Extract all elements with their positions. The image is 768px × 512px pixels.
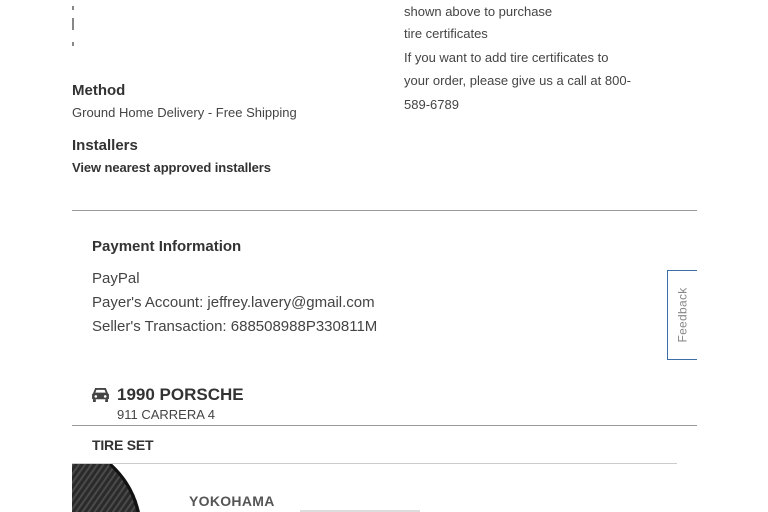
installers-label: Installers [72, 137, 138, 154]
view-installers-link[interactable]: View nearest approved installers [72, 160, 271, 175]
tire-set-divider [72, 463, 677, 464]
payment-provider: PayPal [92, 270, 140, 287]
payer-account: Payer's Account: jeffrey.lavery@gmail.co… [92, 294, 375, 311]
section-divider [72, 210, 697, 211]
method-label: Method [72, 82, 126, 99]
tire-brand: YOKOHAMA [189, 493, 275, 509]
vehicle-divider [72, 425, 697, 426]
vehicle-year-make: 1990 PORSCHE [117, 385, 244, 404]
payment-title: Payment Information [92, 238, 242, 255]
tire-image [72, 464, 140, 512]
car-icon [92, 387, 109, 402]
vehicle-model: 911 CARRERA 4 [117, 407, 216, 422]
certificates-note-line3: If you want to add tire certificates to [404, 50, 609, 65]
certificates-note-line2: tire certificates [404, 26, 488, 41]
certificates-note-line4: your order, please give us a call at 800… [404, 73, 631, 88]
tire-set-title: TIRE SET [92, 437, 154, 453]
certificates-note-line5: 589-6789 [404, 97, 459, 112]
feedback-tab[interactable]: Feedback [667, 270, 697, 360]
seller-transaction: Seller's Transaction: 688508988P330811M [92, 318, 378, 335]
feedback-label: Feedback [675, 287, 690, 343]
certificates-note-line1: shown above to purchase [404, 4, 553, 19]
method-value: Ground Home Delivery - Free Shipping [72, 105, 297, 120]
